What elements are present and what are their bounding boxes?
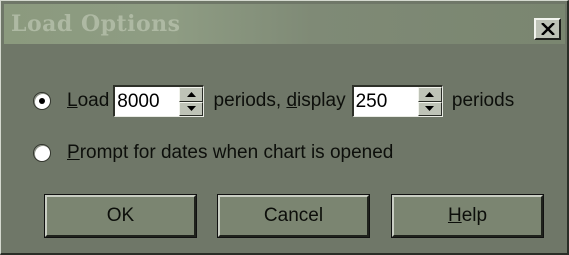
prompt-label-rest: rompt for dates when chart is opened bbox=[79, 142, 394, 163]
load-spinner-buttons bbox=[179, 87, 204, 116]
title-bar[interactable]: Load Options bbox=[4, 4, 565, 44]
radio-selected-dot bbox=[39, 98, 45, 104]
load-options-dialog: Load Options Load 8000 periods, display bbox=[0, 0, 569, 255]
prompt-dates-row: Prompt for dates when chart is opened bbox=[33, 142, 393, 164]
display-spinner-buttons bbox=[417, 87, 442, 116]
ok-button[interactable]: OK bbox=[44, 194, 197, 238]
arrow-down-icon bbox=[425, 106, 435, 112]
display-spinner-up-button[interactable] bbox=[417, 87, 442, 102]
display-periods-spinner: 250 bbox=[351, 85, 443, 117]
prompt-radio[interactable] bbox=[33, 144, 51, 162]
arrow-up-icon bbox=[186, 91, 196, 97]
load-periods-input[interactable]: 8000 bbox=[115, 87, 180, 116]
load-label-mnemonic: L bbox=[67, 90, 78, 111]
display-spinner-down-button[interactable] bbox=[417, 101, 442, 116]
load-label[interactable]: Load bbox=[67, 90, 109, 112]
close-button[interactable] bbox=[534, 18, 561, 40]
periods-suffix-text: periods bbox=[446, 90, 515, 111]
arrow-down-icon bbox=[186, 106, 196, 112]
load-spinner-up-button[interactable] bbox=[179, 87, 204, 102]
load-periods-spinner: 8000 bbox=[113, 85, 205, 117]
load-radio[interactable] bbox=[33, 92, 51, 110]
load-periods-row: Load 8000 periods, display 250 periods bbox=[33, 85, 514, 117]
load-spinner-down-button[interactable] bbox=[179, 101, 204, 116]
help-button[interactable]: Help bbox=[391, 194, 544, 238]
cancel-button[interactable]: Cancel bbox=[217, 194, 370, 238]
prompt-label[interactable]: Prompt for dates when chart is opened bbox=[67, 142, 393, 164]
load-label-rest: oad bbox=[77, 90, 110, 111]
close-x-icon bbox=[540, 23, 555, 35]
dialog-title: Load Options bbox=[11, 11, 181, 37]
arrow-up-icon bbox=[425, 91, 435, 97]
periods-display-text: periods, display bbox=[208, 90, 346, 111]
display-periods-input[interactable]: 250 bbox=[353, 87, 418, 116]
